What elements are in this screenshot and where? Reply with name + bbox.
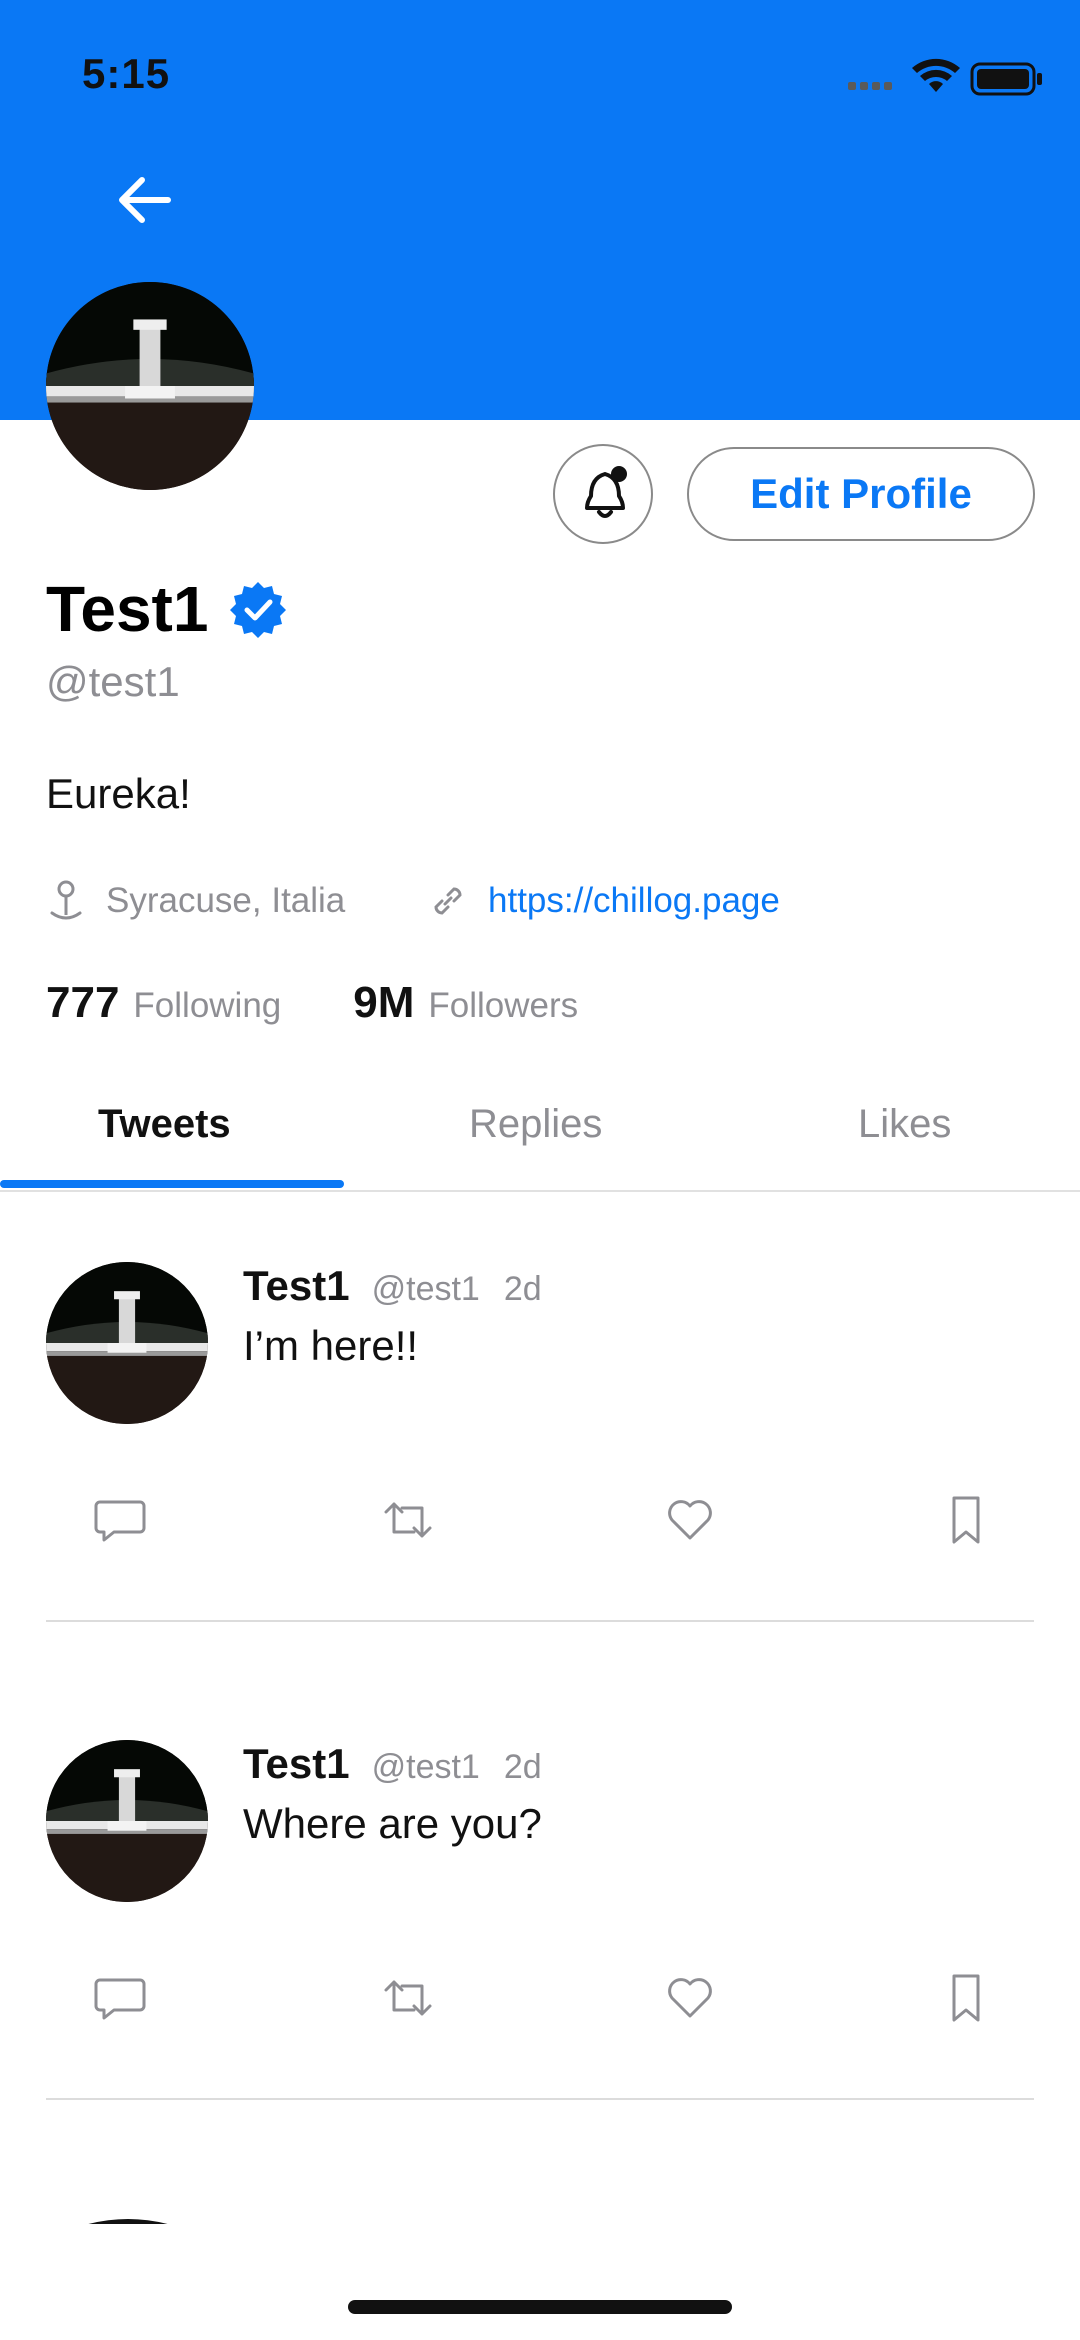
profile-handle: @test1: [46, 658, 180, 705]
link-icon: [434, 887, 462, 915]
bookmark-button[interactable]: [938, 1492, 994, 1548]
followers-count[interactable]: 9M: [353, 978, 414, 1028]
website-link[interactable]: https://chillog.page: [488, 881, 780, 921]
tweet-item[interactable]: Test1 @test1 2d I’m here!!: [0, 1192, 1080, 1670]
tweet-time: 2d: [503, 1748, 542, 1786]
retweet-button[interactable]: [380, 1970, 436, 2026]
bookmark-icon: [952, 1496, 980, 1544]
tweet-handle: @test1: [371, 1270, 480, 1308]
location-text: Syracuse, Italia: [106, 881, 346, 920]
tweet-name: Test1: [243, 1262, 350, 1309]
tab-indicator: [0, 1180, 344, 1188]
next-tweet-avatar-peek: [78, 2214, 178, 2224]
tweet-handle: @test1: [371, 1748, 480, 1786]
tweet-text: Where are you?: [243, 1800, 542, 1847]
like-button[interactable]: [662, 1970, 718, 2026]
following-count[interactable]: 777: [46, 978, 119, 1028]
heart-icon: [668, 1500, 712, 1540]
profile-website[interactable]: https://chillog.page: [428, 878, 780, 924]
heart-icon: [668, 1978, 712, 2018]
tweet-name: Test1: [243, 1740, 350, 1787]
profile-name: Test1: [46, 573, 209, 645]
retweet-icon: [384, 1980, 432, 2016]
tweet-text: I’m here!!: [243, 1322, 419, 1369]
tweet-avatar[interactable]: [46, 1262, 208, 1424]
comment-icon: [94, 1500, 146, 1542]
profile-tabs: Tweets Replies Likes: [0, 1080, 1080, 1192]
arrow-left-icon: [119, 177, 171, 223]
tab-replies[interactable]: Replies: [469, 1102, 602, 1147]
bookmark-button[interactable]: [938, 1970, 994, 2026]
home-indicator[interactable]: [348, 2300, 732, 2314]
like-button[interactable]: [662, 1492, 718, 1548]
reply-button[interactable]: [92, 1492, 148, 1548]
profile-avatar[interactable]: [46, 282, 254, 490]
tweet-divider: [46, 1620, 1034, 1622]
retweet-button[interactable]: [380, 1492, 436, 1548]
followers-label[interactable]: Followers: [428, 986, 578, 1026]
tab-likes[interactable]: Likes: [858, 1102, 951, 1147]
comment-icon: [94, 1978, 146, 2020]
profile-location: Syracuse, Italia: [46, 878, 345, 924]
battery-icon: [970, 62, 1042, 96]
pin-icon: [50, 880, 82, 920]
following-label[interactable]: Following: [133, 986, 281, 1026]
bell-icon: [585, 466, 627, 518]
status-icons: [848, 58, 1048, 98]
back-button[interactable]: [108, 168, 194, 232]
tweet-avatar[interactable]: [46, 1740, 208, 1902]
bookmark-icon: [952, 1974, 980, 2022]
tab-tweets[interactable]: Tweets: [98, 1102, 231, 1147]
status-time: 5:15: [82, 50, 171, 97]
tweet-item[interactable]: Test1 @test1 2d Where are you?: [0, 1670, 1080, 2148]
tweet-divider: [46, 2098, 1034, 2100]
reply-button[interactable]: [92, 1970, 148, 2026]
tweet-author: Test1 @test1 2d: [243, 1262, 542, 1310]
verified-badge-icon: [228, 580, 288, 640]
profile-bio: Eureka!: [46, 770, 191, 817]
tweet-time: 2d: [503, 1270, 542, 1308]
retweet-icon: [384, 1502, 432, 1538]
wifi-icon: [912, 58, 960, 92]
notify-button[interactable]: [553, 444, 653, 544]
tweet-author: Test1 @test1 2d: [243, 1740, 542, 1788]
signal-icon: [848, 82, 892, 90]
profile-stats: 777 Following 9M Followers: [46, 978, 650, 1028]
edit-profile-button[interactable]: Edit Profile: [687, 447, 1035, 541]
